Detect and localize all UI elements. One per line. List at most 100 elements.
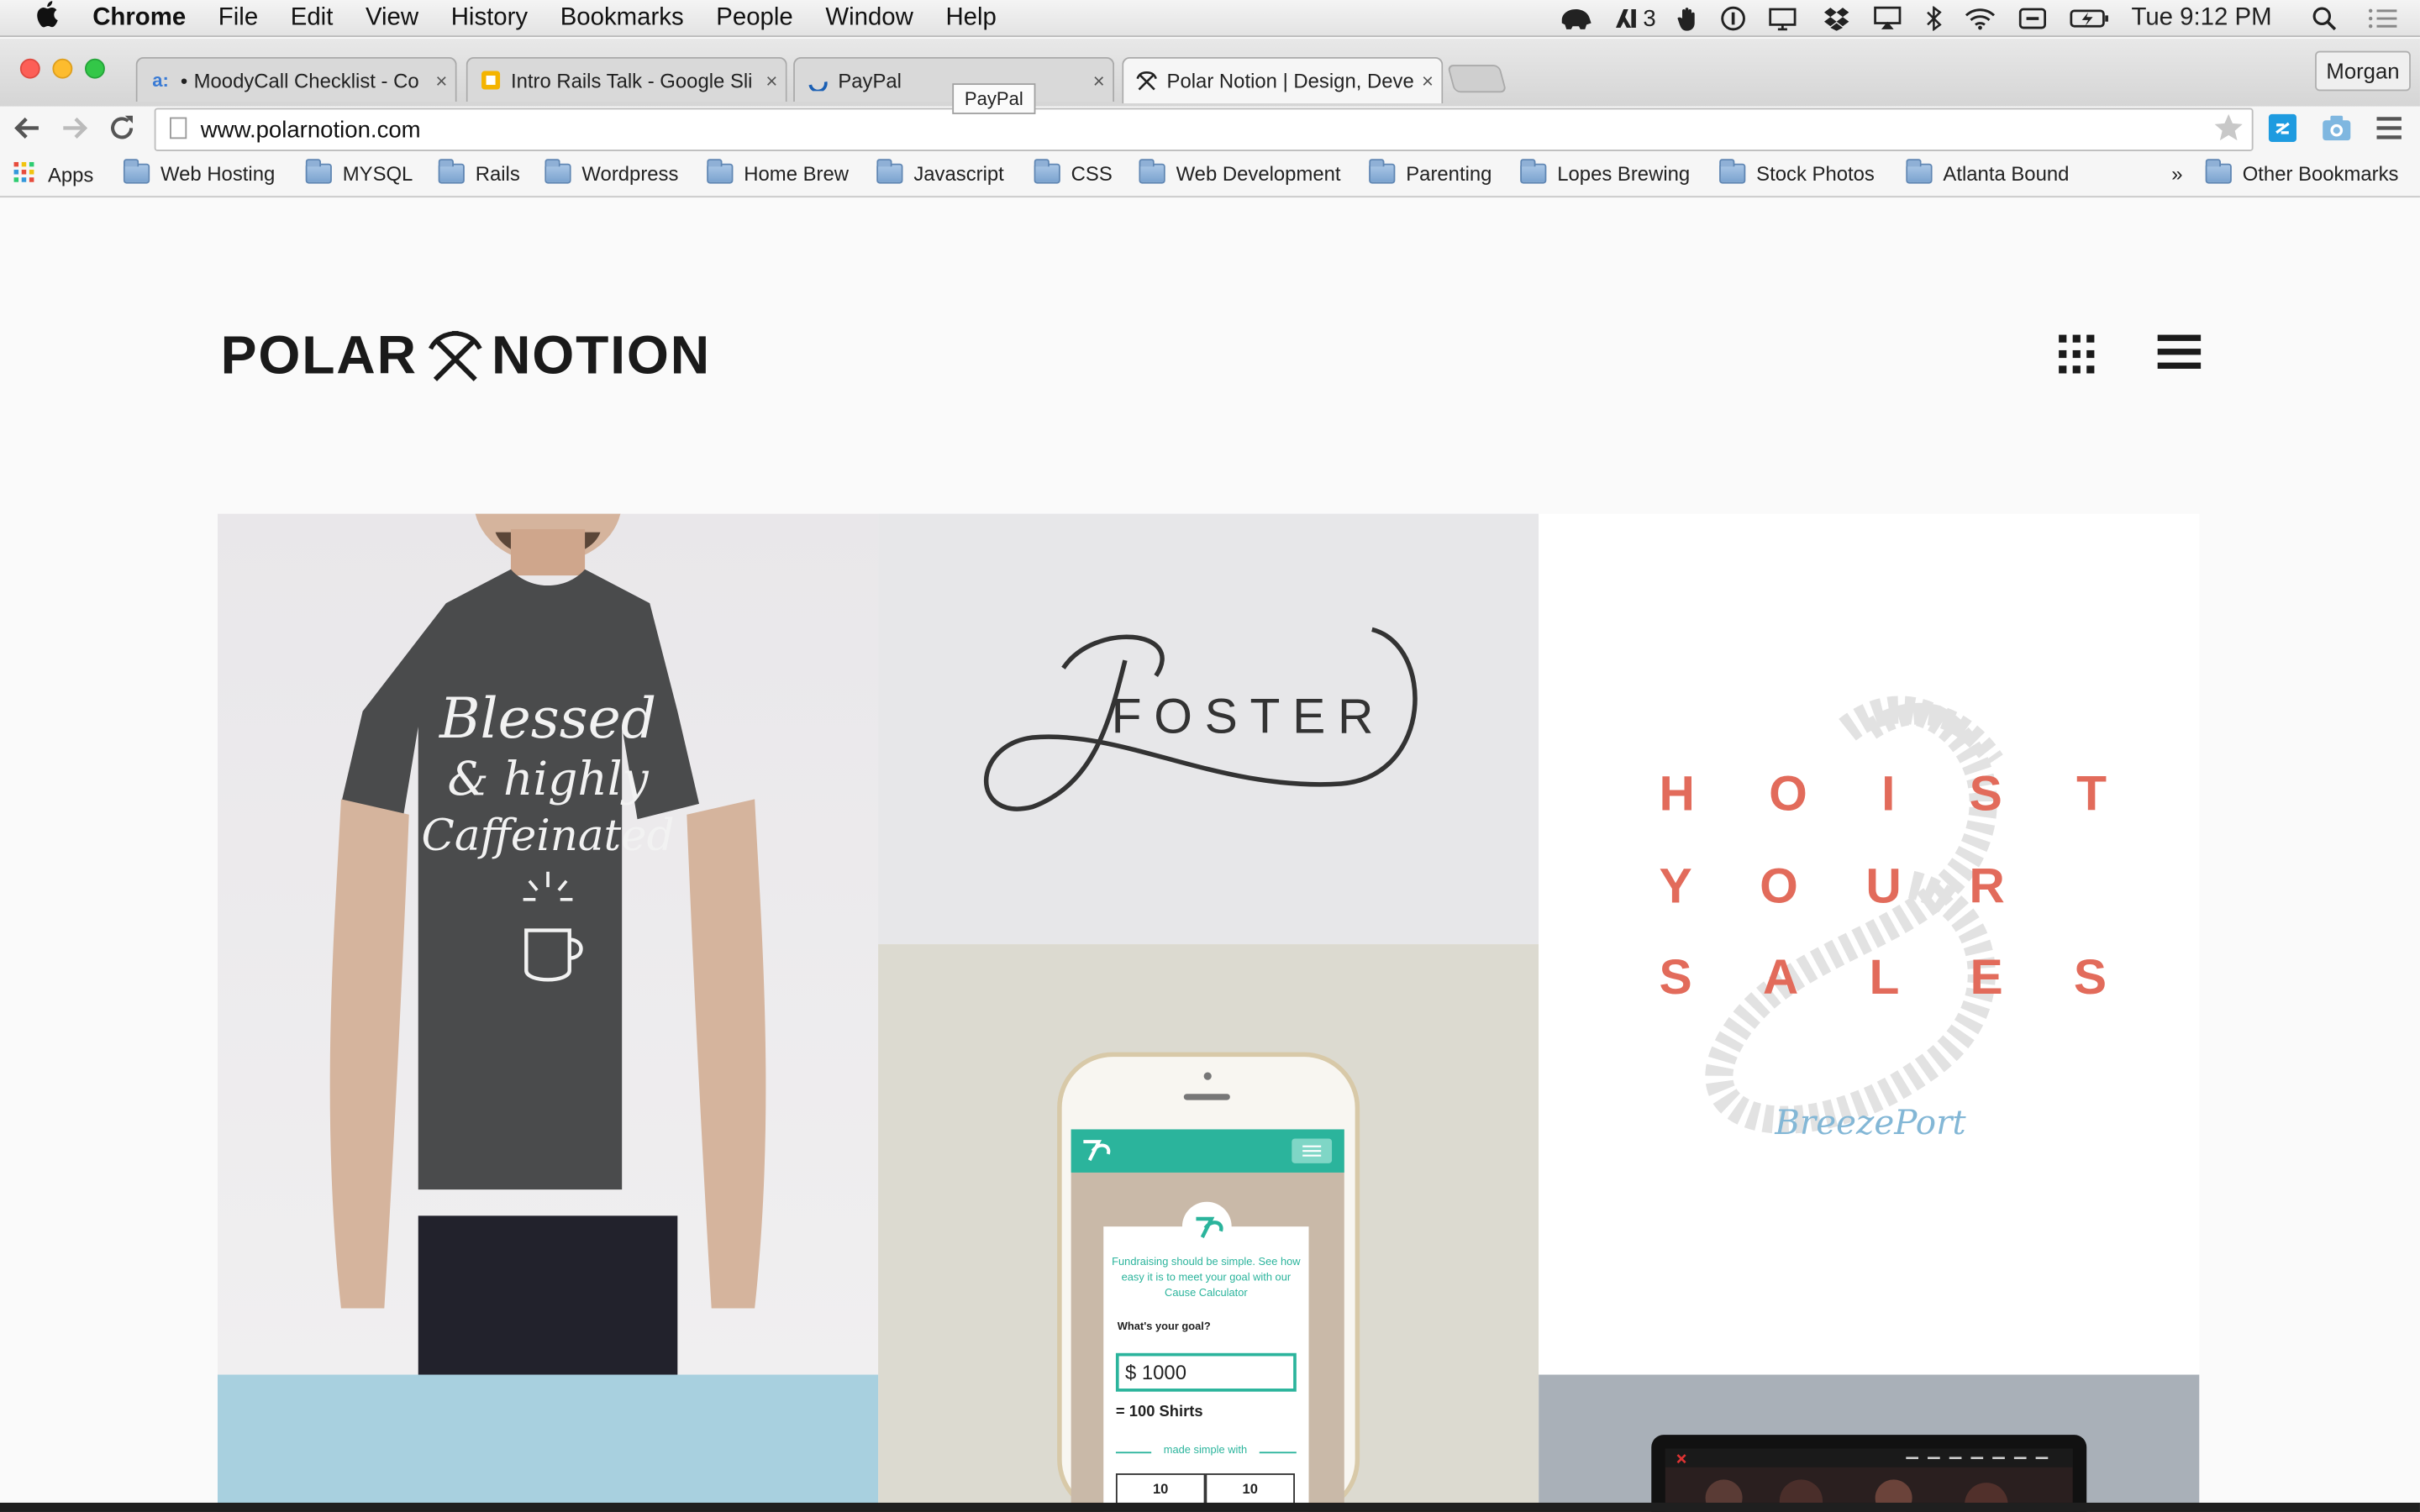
reload-icon[interactable] xyxy=(103,113,140,150)
calc-cell: 10 xyxy=(1115,1473,1206,1504)
new-tab-button[interactable] xyxy=(1447,65,1507,93)
app-header-bar xyxy=(1071,1129,1344,1173)
folder-icon xyxy=(1369,159,1396,184)
hamburger-menu-icon[interactable] xyxy=(2157,334,2202,372)
hoist-letter: O xyxy=(1760,858,1798,914)
close-window-icon[interactable] xyxy=(19,58,40,79)
back-arrow-icon[interactable] xyxy=(9,113,46,150)
display-icon[interactable] xyxy=(1767,6,1801,31)
tab-close-icon[interactable]: × xyxy=(1413,70,1441,93)
wifi-icon[interactable] xyxy=(1965,6,1996,30)
folder-icon xyxy=(876,159,903,184)
zoom-window-icon[interactable] xyxy=(85,58,105,79)
folder-icon xyxy=(1034,159,1060,184)
bookmark-label: Javascript xyxy=(913,161,1004,186)
bookmark-label: Wordpress xyxy=(581,161,679,186)
menu-people[interactable]: People xyxy=(716,4,793,32)
notification-center-icon[interactable] xyxy=(2367,6,2398,30)
laptop-mockup xyxy=(1651,1435,2087,1512)
crossed-pickaxes-icon xyxy=(428,330,481,381)
hoist-letter: R xyxy=(1969,858,2005,914)
screen-bottom-edge xyxy=(0,1502,2420,1512)
airplay-icon[interactable] xyxy=(1872,6,1903,30)
clock-text[interactable]: Tue 9:12 PM xyxy=(2131,5,2271,33)
tab-close-icon[interactable]: × xyxy=(428,69,455,92)
hoist-line-2: YOUR xyxy=(1659,858,2004,915)
hand-icon[interactable] xyxy=(1677,6,1699,31)
bookmark-folder[interactable]: Atlanta Bound xyxy=(1906,159,2069,185)
site-logo[interactable]: POLAR NOTION xyxy=(221,326,711,387)
tab-close-icon[interactable]: × xyxy=(1085,69,1113,92)
battery-icon[interactable] xyxy=(2070,6,2110,30)
portfolio-tile-blue[interactable] xyxy=(217,1374,879,1512)
apple-icon[interactable] xyxy=(34,0,67,36)
hoist-letter: O xyxy=(1769,765,1807,822)
calculator-headline: Fundraising should be simple. See how ea… xyxy=(1112,1257,1301,1299)
tab-polar-notion[interactable]: Polar Notion | Design, Deve × xyxy=(1122,56,1444,104)
menu-view[interactable]: View xyxy=(366,4,418,32)
bookmark-folder[interactable]: CSS xyxy=(1034,159,1113,186)
bookmark-folder[interactable]: Stock Photos xyxy=(1719,159,1875,185)
bookmarks-bar: Apps Web Hosting MYSQL Rails Wordpress H… xyxy=(0,154,2420,198)
shirt-text-line: Blessed xyxy=(439,686,656,751)
menu-edit[interactable]: Edit xyxy=(291,4,334,32)
hoist-letter: L xyxy=(1869,948,1900,1005)
keyboard-icon[interactable] xyxy=(2018,6,2049,30)
bookmark-apps[interactable]: Apps xyxy=(13,161,93,188)
bookmark-folder[interactable]: Lopes Brewing xyxy=(1520,159,1690,185)
menu-bookmarks[interactable]: Bookmarks xyxy=(560,4,684,32)
goal-amount-input[interactable]: $ 1000 xyxy=(1115,1352,1297,1392)
address-bar[interactable] xyxy=(154,108,2254,151)
bookmark-folder[interactable]: MYSQL xyxy=(305,159,413,185)
shirts-result: = 100 Shirts xyxy=(1115,1404,1203,1421)
menu-help[interactable]: Help xyxy=(945,4,996,32)
bookmark-label: CSS xyxy=(1071,161,1113,186)
menu-file[interactable]: File xyxy=(218,4,258,32)
url-text[interactable]: www.polarnotion.com xyxy=(201,118,421,144)
forward-arrow-icon[interactable] xyxy=(55,113,92,150)
menu-chrome[interactable]: Chrome xyxy=(92,4,186,32)
evernote-icon[interactable] xyxy=(1558,6,1591,30)
bookmark-folder[interactable]: Javascript xyxy=(876,159,1004,186)
bookmark-folder[interactable]: Wordpress xyxy=(544,159,679,186)
bluetooth-icon[interactable] xyxy=(1924,6,1943,31)
folder-icon xyxy=(2205,159,2232,184)
portfolio-tile-laptop[interactable] xyxy=(1539,1374,2200,1512)
menu-history[interactable]: History xyxy=(451,4,528,32)
extension-icon[interactable] xyxy=(2267,113,2298,151)
rope-anchor-illustration xyxy=(1705,696,2003,1134)
bookmark-folder[interactable]: Rails xyxy=(438,159,520,185)
folder-icon xyxy=(1139,159,1165,184)
logo-text-left: POLAR xyxy=(220,325,418,386)
bookmark-label: Parenting xyxy=(1406,161,1492,186)
bookmark-folder[interactable]: Home Brew xyxy=(707,159,849,185)
amazon-favicon-icon: a: xyxy=(152,69,169,92)
tab-close-icon[interactable]: × xyxy=(758,69,786,92)
tab-strip: a: • MoodyCall Checklist - Co × Intro Ra… xyxy=(0,38,2420,107)
apps-grid-icon xyxy=(13,161,36,188)
hoist-letter: S xyxy=(1659,948,1692,1005)
camera-icon[interactable] xyxy=(2321,114,2352,150)
onepassword-icon[interactable] xyxy=(1721,6,1745,31)
portfolio-tile-foster[interactable]: FOSTER xyxy=(878,513,1539,945)
bookmark-star-icon[interactable] xyxy=(2213,113,2244,151)
chrome-menu-icon[interactable] xyxy=(2375,116,2403,149)
bookmarks-overflow-button[interactable]: » xyxy=(2171,162,2182,186)
bookmark-folder[interactable]: Parenting xyxy=(1369,159,1492,186)
profile-button[interactable]: Morgan xyxy=(2315,50,2411,92)
portfolio-tile-shirt[interactable]: Blessed & highly Caffeinated xyxy=(217,439,879,1375)
bookmark-other[interactable]: Other Bookmarks xyxy=(2205,159,2399,185)
tab-moodycall[interactable]: a: • MoodyCall Checklist - Co × xyxy=(135,56,457,102)
adobe-icon[interactable]: 3 xyxy=(1614,5,1656,32)
portfolio-tile-hoist[interactable] xyxy=(1539,513,2200,1375)
spotlight-search-icon[interactable] xyxy=(2312,6,2337,31)
menu-window[interactable]: Window xyxy=(825,4,913,32)
minimize-window-icon[interactable] xyxy=(52,58,73,79)
folder-icon xyxy=(1520,159,1547,184)
grid-view-icon[interactable] xyxy=(2059,334,2099,375)
hoist-letter: E xyxy=(1970,948,2003,1005)
bookmark-folder[interactable]: Web Hosting xyxy=(123,159,275,185)
dropbox-icon[interactable] xyxy=(1823,6,1850,31)
tab-rails-talk[interactable]: Intro Rails Talk - Google Sli × xyxy=(466,56,787,102)
bookmark-folder[interactable]: Web Development xyxy=(1139,159,1341,185)
